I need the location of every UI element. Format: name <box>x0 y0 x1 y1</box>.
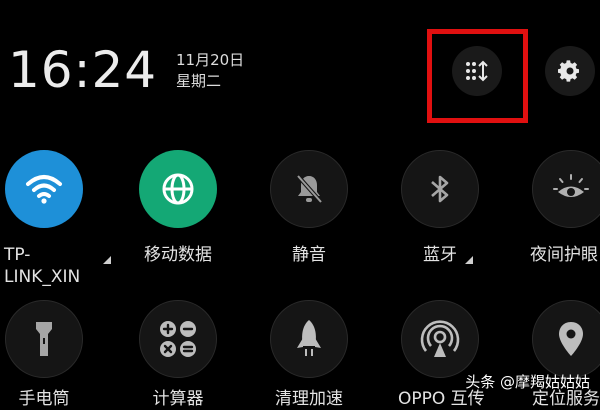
tile-location[interactable] <box>532 300 600 378</box>
highlight-box <box>427 29 528 123</box>
location-pin-icon <box>559 322 583 356</box>
tile-calculator-label: 计算器 <box>152 389 204 409</box>
tile-cleanup[interactable] <box>270 300 348 378</box>
tile-night-mode[interactable] <box>532 150 600 228</box>
eye-sun-icon <box>553 174 589 197</box>
tile-flashlight[interactable] <box>5 300 83 378</box>
tile-wifi-label-2: LINK_XIN <box>4 267 81 287</box>
tile-silent[interactable] <box>270 150 348 228</box>
wifi-expand-caret[interactable] <box>103 256 111 264</box>
date-block: 11月20日 星期二 <box>176 50 244 92</box>
tile-bluetooth[interactable] <box>401 150 479 228</box>
flashlight-icon <box>36 322 52 356</box>
tile-calculator[interactable] <box>139 300 217 378</box>
globe-icon <box>162 173 194 205</box>
settings-button[interactable] <box>545 46 595 96</box>
weekday-text: 星期二 <box>176 72 222 90</box>
tile-cleanup-label: 清理加速 <box>275 389 343 409</box>
wifi-icon <box>26 175 62 204</box>
calculator-icon <box>160 321 196 357</box>
date-text: 11月20日 <box>176 51 245 69</box>
rocket-icon <box>297 320 321 356</box>
tile-flashlight-label: 手电筒 <box>18 389 70 409</box>
clock-time: 16:24 <box>8 41 158 99</box>
tile-silent-label: 静音 <box>292 245 326 265</box>
watermark: 头条 @摩羯姑姑姑 <box>465 371 590 392</box>
bell-off-icon <box>296 174 323 204</box>
bluetooth-icon <box>431 175 449 203</box>
tile-mobile-data-label: 移动数据 <box>144 245 212 265</box>
share-signal-icon <box>420 320 460 357</box>
tile-oppo-share[interactable] <box>401 300 479 378</box>
watermark-text: 头条 @摩羯姑姑姑 <box>465 373 590 391</box>
tile-night-mode-label: 夜间护眼 <box>530 245 598 265</box>
tile-mobile-data[interactable] <box>139 150 217 228</box>
tile-wifi-label-1: TP- <box>4 245 31 265</box>
tile-wifi[interactable] <box>5 150 83 228</box>
bluetooth-expand-caret[interactable] <box>465 256 473 264</box>
gear-icon <box>558 60 579 82</box>
